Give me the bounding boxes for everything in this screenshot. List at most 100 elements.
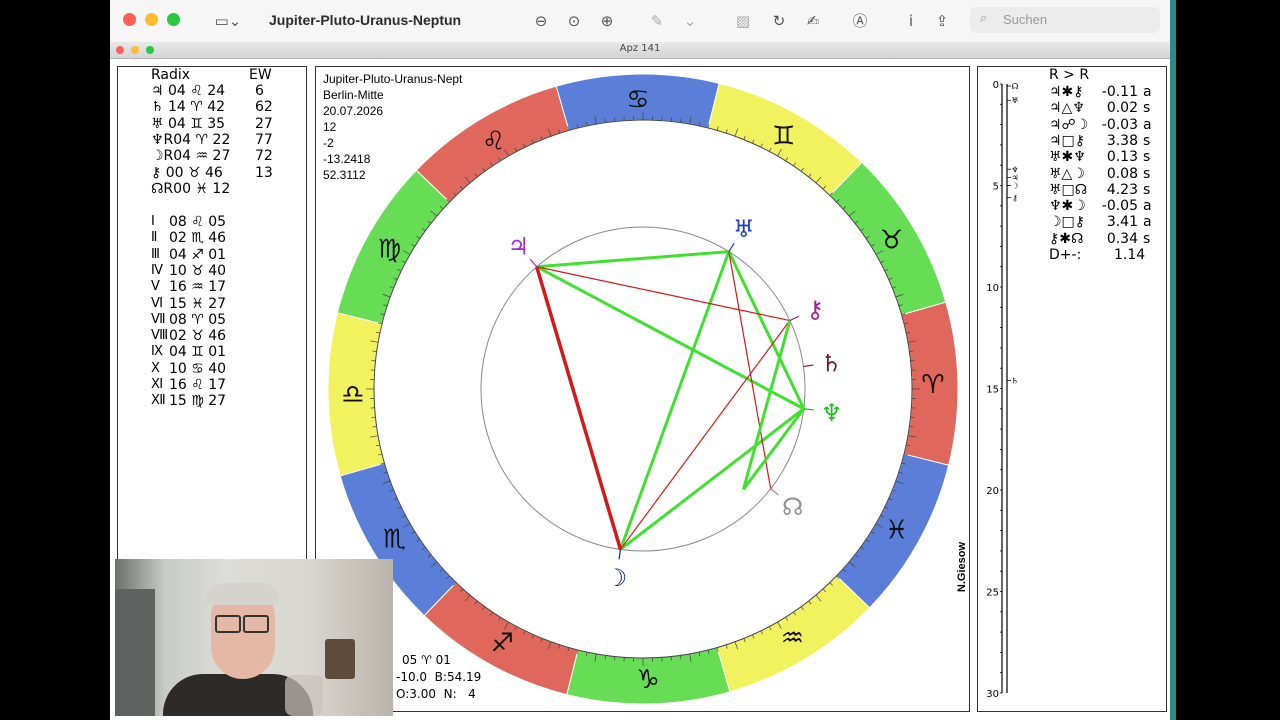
aspect-pair: ♃✱⚷ — [1049, 84, 1084, 100]
inner-window-titlebar: Apz 141 — [110, 42, 1170, 59]
share-icon[interactable]: ⇪ — [932, 11, 952, 31]
scale-label: 10 — [986, 283, 999, 294]
scale-label: 5 — [993, 182, 999, 193]
image-icon[interactable]: ▨ — [733, 11, 753, 31]
house-number: Ⅴ — [151, 279, 160, 295]
house-number: Ⅺ — [151, 377, 164, 392]
close-button[interactable] — [123, 13, 136, 26]
rotate-icon[interactable]: ↻ — [769, 11, 789, 31]
zoom-in-icon[interactable]: ⊕ — [597, 11, 617, 31]
planet-position: ♄ 14 ♈ 42 — [151, 99, 226, 116]
summary-label: D+-: — [1049, 247, 1082, 263]
moon-glyph: ☽ — [606, 564, 628, 592]
chiron-glyph: ⚷ — [806, 296, 824, 324]
house-number: Ⅸ — [151, 344, 163, 360]
aspect-flag: s — [1143, 149, 1151, 166]
house-number: Ⅷ — [151, 328, 169, 344]
zoom-button[interactable] — [167, 13, 180, 26]
planet-ew-value: 72 — [255, 148, 273, 165]
aspect-orb: 3.41 — [1106, 214, 1138, 231]
jupiter-glyph: ♃ — [508, 233, 530, 261]
horoscope-wheel: ♋ ♊ ♉ ♈ ♓ ♒ ♑ ♐ ♏ ♎ ♍ ♌ ♃ ♅ ⚷ ♄ ♆ ☊ ☽ — [327, 73, 959, 705]
house-cusp: 16 ♒ 17 — [169, 279, 227, 296]
search-placeholder: Suchen — [1003, 12, 1048, 27]
aspect-header: R > R — [1049, 67, 1090, 83]
aspect-pair: ☽□⚷ — [1049, 214, 1086, 231]
aspect-flag: s — [1143, 100, 1151, 117]
planet-position: ⚷ 00 ♉ 46 — [151, 164, 223, 181]
aspect-pair: ♅✱♆ — [1049, 149, 1086, 166]
house-number: Ⅻ — [151, 393, 166, 409]
aspect-flag: s — [1143, 132, 1151, 149]
aspect-pair: ♅△☽ — [1049, 165, 1085, 182]
document-title: Jupiter-Pluto-Uranus-Neptun — [269, 12, 462, 28]
scale-glyph: ⚷ — [1012, 194, 1018, 203]
house-cusp: 08 ♌ 05 — [169, 214, 227, 230]
annotate-icon[interactable]: Ⓐ — [850, 11, 870, 31]
planet-ew-value: 6 — [255, 83, 264, 99]
zodiac-glyph: ♏ — [383, 524, 406, 554]
actual-size-icon[interactable]: ⊙ — [564, 11, 584, 31]
scale-glyph: ☊ — [1011, 82, 1018, 91]
zodiac-glyph: ♈ — [921, 370, 944, 400]
markup-icon[interactable]: ✍ — [803, 11, 823, 31]
aspect-pair: ♃△♆ — [1049, 100, 1085, 117]
house-cusp: 02 ♉ 46 — [169, 328, 227, 345]
scale-label: 25 — [986, 588, 999, 599]
zodiac-glyph: ♍ — [378, 234, 401, 264]
house-number: Ⅲ — [151, 246, 160, 262]
house-cusp: 10 ♉ 40 — [169, 262, 227, 279]
webcam-person-hair — [207, 583, 279, 605]
house-cusp: 04 ♊ 01 — [169, 344, 227, 361]
scale-label: 0 — [993, 80, 999, 91]
aspect-orb: -0.11 — [1101, 84, 1138, 100]
planet-position: ♆R04 ♈ 22 — [151, 131, 231, 148]
house-number: Ⅶ — [151, 311, 166, 327]
preview-window: ▭⌄ Jupiter-Pluto-Uranus-Neptun ⊖ ⊙ ⊕ ✎ ⌄… — [110, 0, 1170, 720]
house-number: Ⅱ — [151, 230, 158, 246]
scale-glyph: ♄ — [1011, 376, 1018, 385]
aspect-orb: 0.13 — [1106, 149, 1138, 166]
webcam-glasses-right — [243, 615, 269, 633]
zoom-out-icon[interactable]: ⊖ — [531, 11, 551, 31]
planet-ew-value: 62 — [255, 99, 273, 116]
chart-panel: Jupiter-Pluto-Uranus-Nept Berlin-Mitte 2… — [315, 66, 970, 712]
bottom-info-line-3: O:3.00 N: 4 — [396, 687, 476, 701]
house-cusp: 15 ♓ 27 — [169, 295, 227, 312]
zodiac-glyph: ♌ — [482, 126, 505, 156]
info-icon[interactable]: i — [901, 11, 921, 31]
aspect-orb: 0.02 — [1106, 100, 1138, 117]
house-cusp: 10 ♋ 40 — [169, 360, 227, 377]
aspect-flag: a — [1143, 84, 1152, 100]
author-label-box: N.Giesow — [952, 509, 968, 629]
highlight-icon[interactable]: ✎ — [647, 11, 667, 31]
house-cusp: 15 ♍ 27 — [169, 393, 227, 410]
zodiac-glyph: ♊ — [772, 121, 795, 151]
orb-scale: 051015202530☊♅♆♃☽⚷♄ — [986, 80, 1018, 700]
minimize-button[interactable] — [145, 13, 158, 26]
house-number: Ⅳ — [151, 262, 163, 278]
node-glyph: ☊ — [782, 493, 803, 521]
search-icon: ⌕ — [980, 11, 988, 26]
zodiac-glyph: ♓ — [885, 516, 908, 546]
scale-label: 30 — [986, 689, 999, 700]
aspect-pair: ⚷✱☊ — [1049, 230, 1084, 247]
highlight-menu-chevron-icon[interactable]: ⌄ — [680, 11, 700, 31]
sidebar-toggle-icon[interactable]: ▭⌄ — [210, 11, 246, 31]
zodiac-glyph: ♒ — [781, 624, 804, 654]
zodiac-glyph: ♎ — [341, 380, 364, 410]
planet-ew-value: 77 — [255, 131, 273, 148]
search-field[interactable]: ⌕ Suchen — [970, 7, 1160, 33]
radix-header: Radix — [151, 67, 191, 83]
bottom-info-line-2: -10.0 B:54.19 — [396, 670, 482, 684]
uranus-glyph: ♅ — [733, 215, 755, 243]
planet-position: ♅ 04 ♊ 35 — [151, 115, 226, 132]
scale-glyph: ☽ — [1011, 182, 1018, 191]
aspect-flag: a — [1143, 198, 1152, 215]
zodiac-glyph: ♉ — [880, 226, 903, 256]
inner-window-title: Apz 141 — [619, 43, 661, 54]
planet-ew-value: 13 — [255, 164, 273, 181]
scale-label: 20 — [986, 486, 999, 497]
aspect-pair: ♃□⚷ — [1049, 132, 1086, 149]
house-number: Ⅰ — [151, 214, 155, 229]
